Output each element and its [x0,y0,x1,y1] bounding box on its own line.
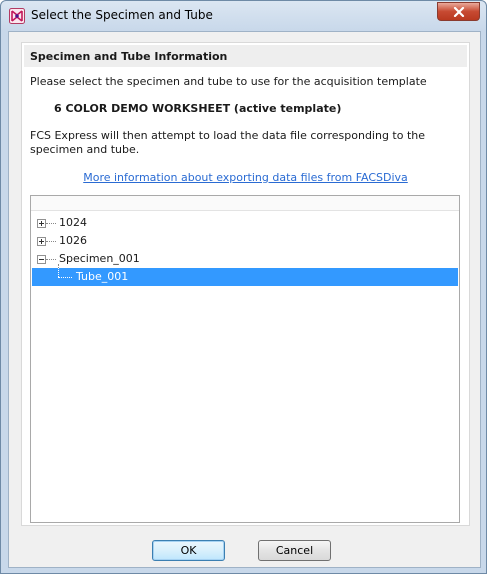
plus-box-icon[interactable] [37,219,46,228]
specimen-tube-panel: Specimen and Tube Information Please sel… [21,42,470,526]
dialog-window: Select the Specimen and Tube Specimen an… [0,0,487,574]
tree-node-tube-001[interactable]: Tube_001 [32,268,458,286]
panel-title: Specimen and Tube Information [30,50,228,63]
tree-node-1024[interactable]: 1024 [32,214,458,232]
close-icon [453,7,465,17]
tree-node-label: Tube_001 [76,270,129,283]
template-name: 6 COLOR DEMO WORKSHEET (active template) [54,102,342,115]
close-button[interactable] [437,2,480,21]
specimen-tree[interactable]: 1024 1026 Specimen_001 Tube_001 [30,195,460,523]
plus-box-icon[interactable] [37,237,46,246]
tree-node-label: 1024 [59,216,87,229]
ok-button[interactable]: OK [152,540,225,561]
dialog-body: Specimen and Tube Information Please sel… [8,31,481,568]
tree-node-specimen-001[interactable]: Specimen_001 [32,250,458,268]
tree-node-1026[interactable]: 1026 [32,232,458,250]
panel-header: Specimen and Tube Information [24,45,467,67]
window-title: Select the Specimen and Tube [31,8,213,22]
tree-node-label: Specimen_001 [59,252,140,265]
title-bar[interactable]: Select the Specimen and Tube [1,1,486,31]
tree-header [31,196,459,211]
more-info-link[interactable]: More information about exporting data fi… [22,171,469,184]
instruction-text: Please select the specimen and tube to u… [30,75,427,88]
cancel-button[interactable]: Cancel [258,540,331,561]
fcs-note-text: FCS Express will then attempt to load th… [30,129,426,156]
minus-box-icon[interactable] [37,255,46,264]
tree-node-label: 1026 [59,234,87,247]
fcs-express-logo-icon[interactable] [9,8,25,24]
